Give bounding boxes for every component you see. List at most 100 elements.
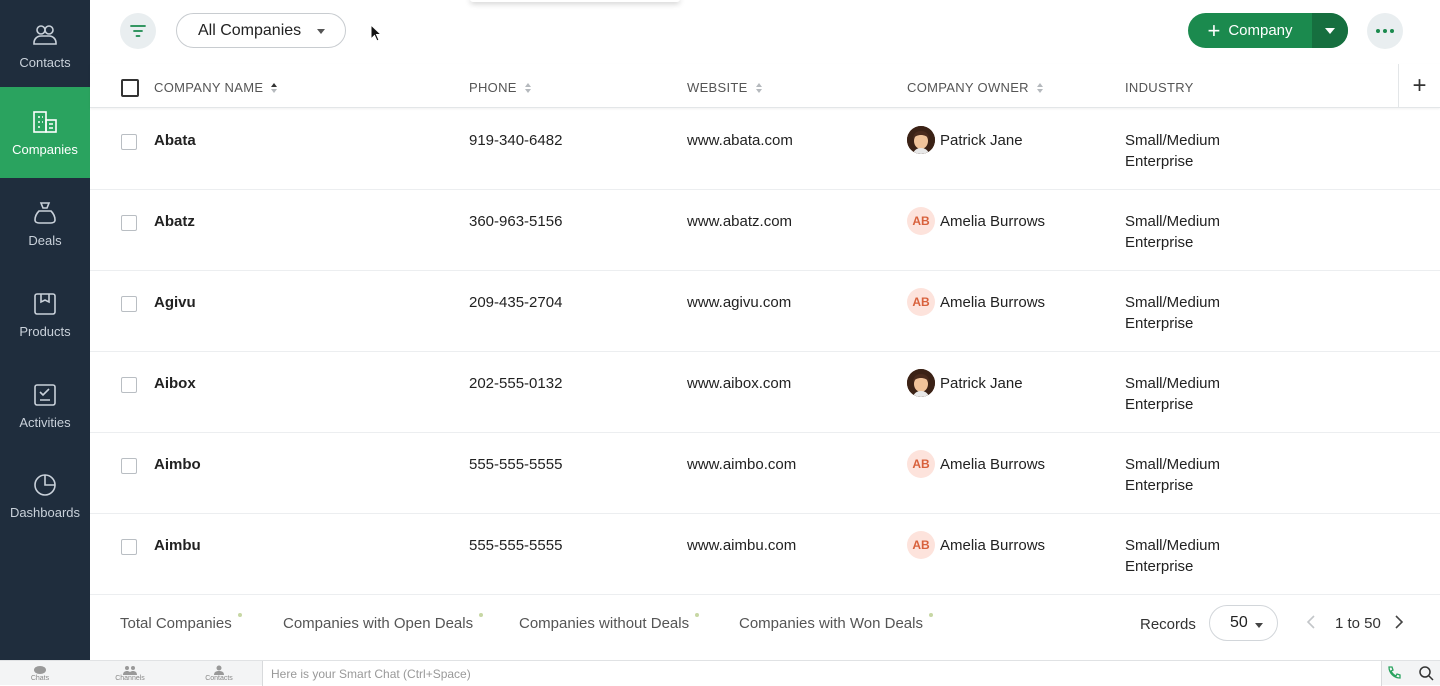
row-checkbox[interactable]: [121, 458, 137, 474]
previous-page-button[interactable]: [1306, 614, 1316, 635]
more-options-button[interactable]: [1367, 13, 1403, 49]
phone-cell[interactable]: 360-963-5156: [469, 213, 562, 230]
industry-cell[interactable]: Small/Medium Enterprise: [1125, 130, 1265, 172]
column-header-company-owner[interactable]: COMPANY OWNER: [907, 80, 1043, 95]
sidebar-item-companies[interactable]: Companies: [0, 87, 90, 178]
owner-cell[interactable]: Patrick Jane: [907, 126, 1023, 154]
industry-cell[interactable]: Small/Medium Enterprise: [1125, 211, 1265, 253]
phone-cell[interactable]: 555-555-5555: [469, 456, 562, 473]
sidebar-item-products[interactable]: Products: [0, 269, 90, 360]
search-icon[interactable]: [1418, 665, 1434, 681]
sidebar-item-dashboards[interactable]: Dashboards: [0, 450, 90, 541]
sidebar-item-label: Activities: [19, 415, 71, 430]
website-cell[interactable]: www.aimbu.com: [687, 537, 796, 554]
sidebar-item-activities[interactable]: Activities: [0, 360, 90, 451]
phone-cell[interactable]: 919-340-6482: [469, 132, 562, 149]
companies-icon: [33, 111, 57, 133]
sidebar-item-label: Dashboards: [9, 505, 81, 520]
sidebar-item-contacts[interactable]: Contacts: [0, 0, 90, 91]
activities-icon: [34, 384, 56, 406]
table-row[interactable]: Agivu 209-435-2704 www.agivu.com AB Amel…: [90, 271, 1440, 352]
contacts-icon: [33, 25, 57, 45]
website-cell[interactable]: www.abatz.com: [687, 213, 792, 230]
phone-cell[interactable]: 555-555-5555: [469, 537, 562, 554]
row-checkbox[interactable]: [121, 215, 137, 231]
phone-cell[interactable]: 209-435-2704: [469, 294, 562, 311]
row-checkbox[interactable]: [121, 377, 137, 393]
phone-icon[interactable]: [1386, 665, 1402, 681]
website-cell[interactable]: www.abata.com: [687, 132, 793, 149]
table-row[interactable]: Aibox 202-555-0132 www.aibox.com Patrick…: [90, 352, 1440, 433]
owner-cell[interactable]: Patrick Jane: [907, 369, 1023, 397]
records-label: Records: [1140, 616, 1196, 633]
column-header-company-name[interactable]: COMPANY NAME: [154, 80, 278, 95]
chevron-down-icon: [317, 29, 325, 34]
stat-without-deals[interactable]: Companies without Deals: [519, 613, 700, 632]
owner-cell[interactable]: AB Amelia Burrows: [907, 207, 1045, 235]
deals-icon: [34, 202, 56, 224]
contacts-chat-button[interactable]: Contacts: [189, 665, 249, 682]
website-cell[interactable]: www.aimbo.com: [687, 456, 796, 473]
user-photo-icon: [907, 369, 935, 397]
row-checkbox[interactable]: [121, 134, 137, 150]
filter-button[interactable]: [120, 13, 156, 49]
avatar: AB: [907, 288, 935, 316]
owner-name: Amelia Burrows: [940, 212, 1046, 230]
table-row[interactable]: Aimbu 555-555-5555 www.aimbu.com AB Amel…: [90, 514, 1440, 595]
owner-name: Patrick Jane: [940, 131, 1023, 149]
company-name-link[interactable]: Aibox: [154, 375, 196, 392]
owner-cell[interactable]: AB Amelia Burrows: [907, 288, 1045, 316]
stat-won-deals[interactable]: Companies with Won Deals: [739, 613, 933, 632]
add-column-button[interactable]: +: [1398, 64, 1440, 108]
company-name-link[interactable]: Abatz: [154, 213, 195, 230]
sidebar-item-label: Contacts: [19, 55, 71, 70]
column-header-website[interactable]: WEBSITE: [687, 80, 762, 95]
column-header-phone[interactable]: PHONE: [469, 80, 531, 95]
sidebar-item-deals[interactable]: Deals: [0, 178, 90, 269]
website-cell[interactable]: www.aibox.com: [687, 375, 791, 392]
smart-chat-input[interactable]: Here is your Smart Chat (Ctrl+Space): [262, 661, 1382, 686]
status-dot: [479, 613, 484, 617]
stat-label: Companies without Deals: [519, 615, 690, 632]
phone-cell[interactable]: 202-555-0132: [469, 375, 562, 392]
industry-cell[interactable]: Small/Medium Enterprise: [1125, 292, 1265, 334]
avatar: [907, 369, 935, 397]
table-row[interactable]: Abata 919-340-6482 www.abata.com Patrick…: [90, 109, 1440, 190]
owner-cell[interactable]: AB Amelia Burrows: [907, 450, 1045, 478]
status-dot: [695, 613, 700, 617]
company-name-link[interactable]: Abata: [154, 132, 196, 149]
column-header-label: COMPANY NAME: [154, 80, 264, 95]
row-checkbox[interactable]: [121, 296, 137, 312]
next-page-button[interactable]: [1394, 614, 1404, 635]
industry-cell[interactable]: Small/Medium Enterprise: [1125, 454, 1265, 496]
column-header-industry[interactable]: INDUSTRY: [1125, 80, 1194, 95]
company-name-link[interactable]: Agivu: [154, 294, 196, 311]
row-checkbox[interactable]: [121, 539, 137, 555]
more-dots-icon: [1390, 29, 1394, 33]
industry-cell[interactable]: Small/Medium Enterprise: [1125, 535, 1265, 577]
view-selector[interactable]: All Companies: [176, 13, 346, 48]
records-per-page-select[interactable]: 50: [1209, 605, 1278, 641]
company-name-link[interactable]: Aimbu: [154, 537, 201, 554]
select-all-checkbox[interactable]: [121, 79, 139, 97]
products-icon: [34, 293, 56, 315]
add-company-button[interactable]: + Company: [1188, 13, 1312, 48]
avatar: [907, 126, 935, 154]
toolbar: All Companies + Company: [90, 0, 1440, 64]
channels-button[interactable]: Channels: [100, 665, 160, 682]
contact-icon: [214, 665, 224, 675]
avatar: AB: [907, 207, 935, 235]
stat-total-companies[interactable]: Total Companies: [120, 613, 242, 632]
owner-cell[interactable]: AB Amelia Burrows: [907, 531, 1045, 559]
chats-button[interactable]: Chats: [10, 665, 70, 682]
company-name-link[interactable]: Aimbo: [154, 456, 201, 473]
view-selector-label: All Companies: [198, 21, 302, 39]
add-company-dropdown-button[interactable]: [1312, 13, 1348, 48]
industry-cell[interactable]: Small/Medium Enterprise: [1125, 373, 1265, 415]
channels-icon: [123, 666, 137, 675]
website-cell[interactable]: www.agivu.com: [687, 294, 791, 311]
add-company-label: Company: [1228, 22, 1293, 39]
table-row[interactable]: Abatz 360-963-5156 www.abatz.com AB Amel…: [90, 190, 1440, 271]
stat-open-deals[interactable]: Companies with Open Deals: [283, 613, 484, 632]
table-row[interactable]: Aimbo 555-555-5555 www.aimbo.com AB Amel…: [90, 433, 1440, 514]
